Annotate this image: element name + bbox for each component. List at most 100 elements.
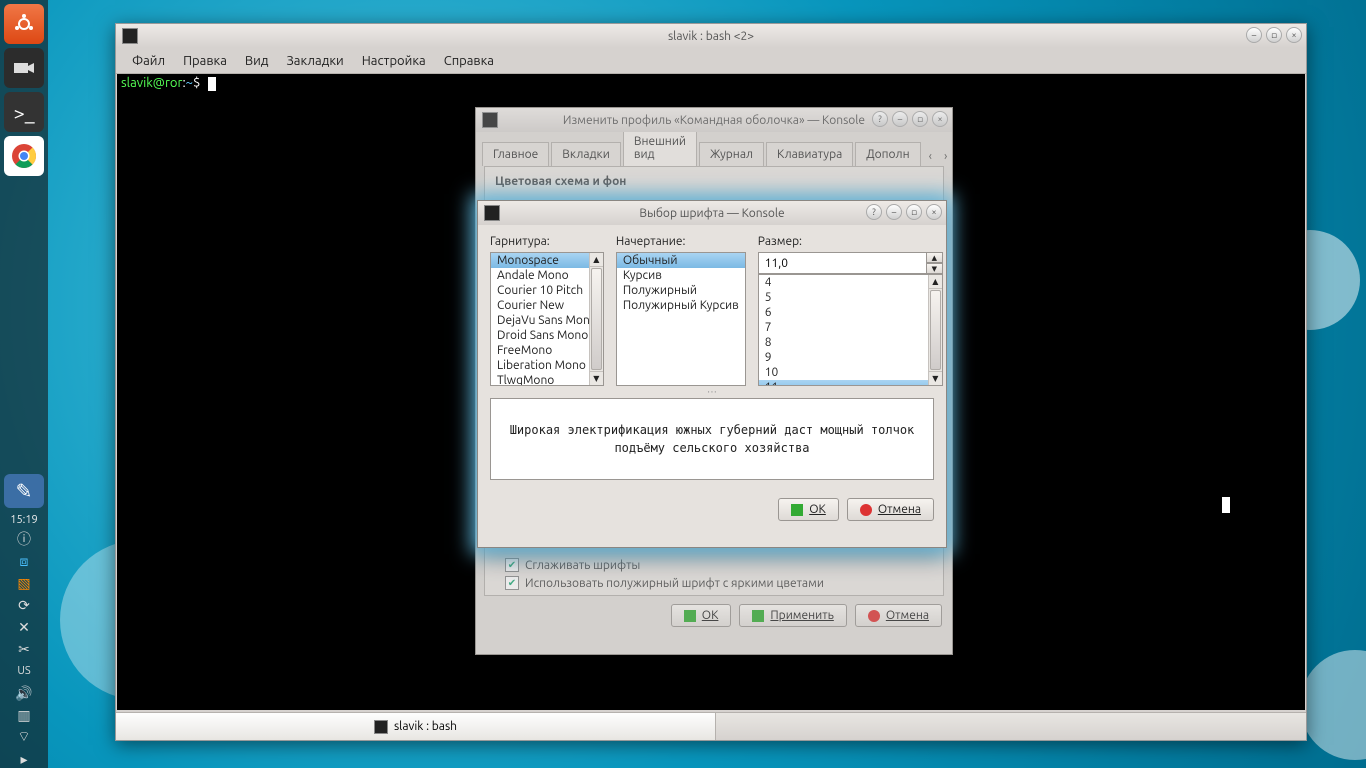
splitter-grip[interactable]: ⋯	[490, 388, 934, 396]
terminal-icon[interactable]: >_	[4, 92, 44, 132]
family-item[interactable]: DejaVu Sans Mono	[491, 313, 603, 328]
style-item[interactable]: Обычный	[617, 253, 745, 268]
family-item[interactable]: Andale Mono	[491, 268, 603, 283]
family-items: MonospaceAndale MonoCourier 10 PitchCour…	[491, 253, 603, 386]
maximize-button[interactable]: ▫	[1266, 27, 1282, 43]
tab-main[interactable]: Главное	[482, 142, 549, 166]
family-scrollbar[interactable]: ▲▼	[589, 253, 603, 385]
volume-icon[interactable]: 🔊	[15, 684, 33, 702]
check-antialias[interactable]: ✔Сглаживать шрифты	[505, 558, 933, 572]
size-item[interactable]: 8	[759, 335, 942, 350]
expand-icon[interactable]: ▸	[15, 750, 33, 768]
updates-icon[interactable]: ⟳	[15, 596, 33, 614]
profile-apply-button[interactable]: Применить	[739, 604, 846, 627]
font-dialog: Выбор шрифта — Konsole ? – ▫ × Гарнитура…	[477, 200, 947, 548]
font-title-icon	[484, 205, 500, 221]
profile-cancel-button[interactable]: Отмена	[855, 604, 942, 627]
size-item[interactable]: 5	[759, 290, 942, 305]
konsole-titlebar[interactable]: slavik : bash <2> – ▫ ×	[116, 24, 1306, 48]
style-item[interactable]: Курсив	[617, 268, 745, 283]
menu-edit[interactable]: Правка	[175, 51, 235, 71]
family-label: Гарнитура:	[490, 235, 604, 248]
family-item[interactable]: FreeMono	[491, 343, 603, 358]
size-item[interactable]: 4	[759, 275, 942, 290]
other-cursor	[1222, 497, 1230, 513]
terminal-cursor	[208, 77, 216, 91]
prompt-path: ~	[186, 76, 193, 90]
size-input[interactable]	[758, 252, 927, 274]
font-help-button[interactable]: ?	[866, 204, 882, 220]
font-maximize-button[interactable]: ▫	[906, 204, 922, 220]
family-item[interactable]: Monospace	[491, 253, 603, 268]
info-icon[interactable]: ⓘ	[15, 530, 33, 548]
minimize-button[interactable]: –	[1246, 27, 1262, 43]
konsole-tab-bar: slavik : bash	[116, 712, 1306, 740]
family-list[interactable]: MonospaceAndale MonoCourier 10 PitchCour…	[490, 252, 604, 386]
family-item[interactable]: Droid Sans Mono	[491, 328, 603, 343]
profile-close-button[interactable]: ×	[932, 111, 948, 127]
style-label: Начертание:	[616, 235, 746, 248]
tab-journal[interactable]: Журнал	[699, 142, 764, 166]
profile-titlebar[interactable]: Изменить профиль «Командная оболочка» — …	[476, 108, 952, 132]
style-list[interactable]: ОбычныйКурсивПолужирныйПолужирный Курсив	[616, 252, 746, 386]
family-item[interactable]: Courier New	[491, 298, 603, 313]
font-title-text: Выбор шрифта — Konsole	[639, 207, 784, 220]
size-scrollbar[interactable]: ▲▼	[928, 275, 942, 385]
keyboard-indicator[interactable]: US	[15, 662, 33, 680]
family-item[interactable]: TlwgMono	[491, 373, 603, 386]
konsole-tab-label: slavik : bash	[394, 720, 457, 733]
chrome-icon[interactable]	[4, 136, 44, 176]
dropbox-icon[interactable]: ⧈	[15, 552, 33, 570]
konsole-icon	[122, 28, 138, 44]
tab-scroll-left[interactable]: ‹	[923, 147, 938, 166]
profile-maximize-button[interactable]: ▫	[912, 111, 928, 127]
font-cancel-button[interactable]: Отмена	[847, 498, 934, 521]
font-ok-button[interactable]: ОК	[778, 498, 839, 521]
spin-up[interactable]: ▲	[927, 252, 943, 263]
camera-icon[interactable]	[4, 48, 44, 88]
family-item[interactable]: Liberation Mono	[491, 358, 603, 373]
battery-icon[interactable]: ▥	[15, 706, 33, 724]
dash-icon[interactable]	[4, 4, 44, 44]
menu-settings[interactable]: Настройка	[354, 51, 434, 71]
menu-help[interactable]: Справка	[436, 51, 502, 71]
size-label: Размер:	[758, 235, 943, 248]
size-items: 4567891011	[759, 275, 942, 386]
size-item[interactable]: 6	[759, 305, 942, 320]
unity-launcher: >_ ✎ 15:19 ⓘ ⧈ ▧ ⟳ ✕ ✂ US 🔊 ▥ ⌔ ▸	[0, 0, 48, 768]
tab-tabs[interactable]: Вкладки	[551, 142, 621, 166]
font-close-button[interactable]: ×	[926, 204, 942, 220]
rss-icon[interactable]: ▧	[15, 574, 33, 592]
close-button[interactable]: ×	[1286, 27, 1302, 43]
tab-keyboard[interactable]: Клавиатура	[766, 142, 853, 166]
menu-view[interactable]: Вид	[237, 51, 277, 71]
menu-file[interactable]: Файл	[124, 51, 173, 71]
style-item[interactable]: Полужирный Курсив	[617, 298, 745, 313]
size-item[interactable]: 9	[759, 350, 942, 365]
profile-ok-button[interactable]: ОК	[671, 604, 732, 627]
cut-icon[interactable]: ✂	[15, 640, 33, 658]
style-item[interactable]: Полужирный	[617, 283, 745, 298]
font-minimize-button[interactable]: –	[886, 204, 902, 220]
menu-bookmarks[interactable]: Закладки	[278, 51, 351, 71]
family-item[interactable]: Courier 10 Pitch	[491, 283, 603, 298]
tab-appearance[interactable]: Внешний вид	[623, 129, 697, 166]
check-icon	[684, 610, 696, 622]
konsole-tab[interactable]: slavik : bash	[116, 713, 716, 740]
size-item[interactable]: 7	[759, 320, 942, 335]
profile-help-button[interactable]: ?	[872, 111, 888, 127]
size-list[interactable]: 4567891011 ▲▼	[758, 274, 943, 386]
check-bold-bright[interactable]: ✔Использовать полужирный шрифт с яркими …	[505, 576, 933, 590]
close-icon[interactable]: ✕	[15, 618, 33, 636]
font-titlebar[interactable]: Выбор шрифта — Konsole ? – ▫ ×	[478, 201, 946, 225]
notes-icon[interactable]: ✎	[4, 474, 44, 508]
spin-down[interactable]: ▼	[927, 263, 943, 274]
size-spinner[interactable]: ▲▼	[758, 252, 943, 274]
profile-title-icon	[482, 112, 498, 128]
size-item[interactable]: 10	[759, 365, 942, 380]
size-item[interactable]: 11	[759, 380, 942, 386]
tab-extra[interactable]: Дополн	[855, 142, 920, 166]
profile-minimize-button[interactable]: –	[892, 111, 908, 127]
wifi-icon[interactable]: ⌔	[15, 728, 33, 746]
tab-scroll-right[interactable]: ›	[938, 147, 953, 166]
